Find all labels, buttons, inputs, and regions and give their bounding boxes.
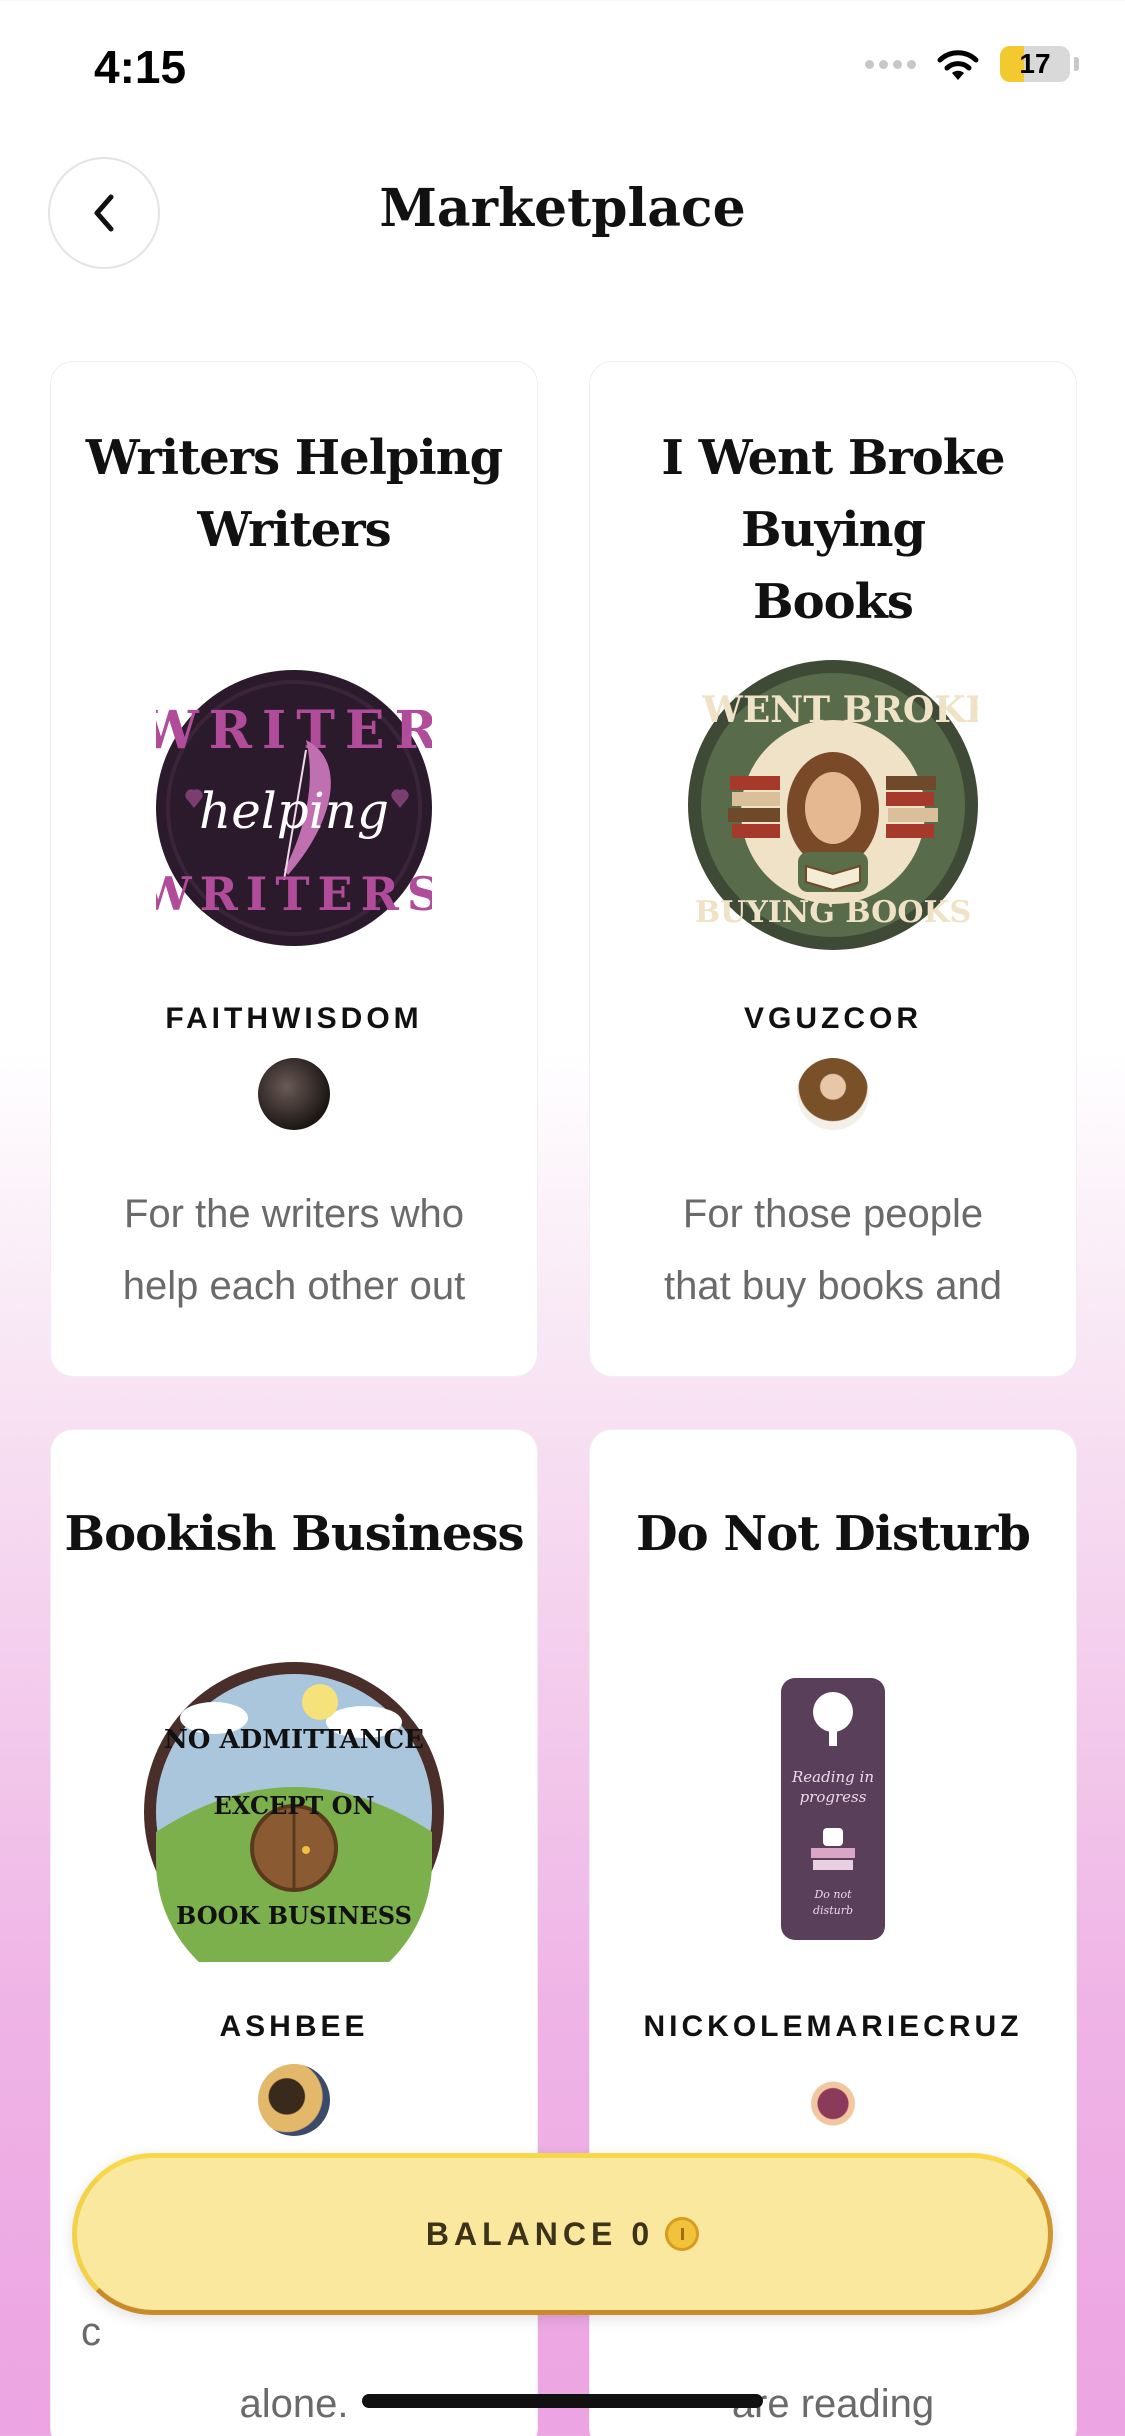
coin-icon [665,2217,700,2251]
card-description: are reading [620,2296,1046,2436]
balance-button[interactable]: BALANCE 0 [72,2153,1053,2315]
avatar[interactable] [258,2064,330,2136]
avatar[interactable] [797,2064,869,2136]
logo-text-middle: EXCEPT ON [214,1791,375,1820]
card-title: Writers Helping Writers [51,422,537,566]
card-title-line: Writers [197,502,391,558]
marketplace-card-writers-helping-writers[interactable]: Writers Helping Writers WRITER helping W… [51,362,537,1376]
hanger-text-4: disturb [813,1904,853,1917]
status-time: 4:15 [94,41,187,93]
logo-text-top: WRITER [156,700,432,761]
card-description: For the writers who help each other out [81,1178,507,1330]
card-title-line: Books [753,574,914,630]
hanger-text-3: Do not [813,1888,852,1901]
wifi-icon [937,50,979,80]
logo-text-top: I WENT BROKE [688,689,978,731]
card-title: I Went Broke Buying Books [590,422,1076,638]
bookish-business-logo: NO ADMITTANCE EXCEPT ON BOOK BUSINESS [144,1662,444,1962]
card-title: Do Not Disturb [636,1506,1031,1562]
card-description: c alone. [81,2296,507,2436]
card-description-line: For those people [682,1192,984,1236]
i-went-broke-buying-books-logo: I WENT BROKE BUYING BOOKS [688,660,978,950]
logo-text-middle: helping [199,782,389,840]
battery-level: 17 [1019,48,1051,79]
card-owner-name[interactable]: NICKOLEMARIECRUZ [590,2010,1076,2044]
card-owner-name[interactable]: ASHBEE [51,2010,537,2044]
page-title: Marketplace [379,178,746,239]
card-description-line: For the writers who [123,1192,465,1236]
signal-icon [865,59,916,69]
avatar[interactable] [258,1058,330,1130]
writers-helping-writers-logo: WRITER helping WRITERS [156,670,432,946]
logo-text-bottom: BOOK BUSINESS [176,1901,412,1930]
card-title: Bookish Business [64,1506,525,1562]
logo-text-bottom: BUYING BOOKS [695,895,971,930]
card-description-line: help each other out [122,1264,466,1308]
logo-text-top: NO ADMITTANCE [164,1725,424,1755]
status-indicators: 17 [865,46,1079,82]
card-owner-name[interactable]: FAITHWISDOM [51,1002,537,1036]
balance-value: 0 [631,2215,652,2252]
door-hanger-icon: Reading in progress Do not disturb [781,1678,885,1940]
battery-cap [1074,57,1079,71]
card-description: For those people that buy books and [620,1178,1046,1330]
hanger-text-2: progress [800,1788,867,1806]
marketplace-card-i-went-broke-buying-books[interactable]: I Went Broke Buying Books I WENT BROKE B… [590,362,1076,1376]
card-title-line: Writers Helping [85,430,503,486]
balance-label: BALANCE [425,2215,618,2252]
card-owner-name[interactable]: VGUZCOR [590,1002,1076,1036]
avatar[interactable] [797,1058,869,1130]
logo-text-bottom: WRITERS [156,867,432,921]
home-indicator[interactable] [362,2394,763,2408]
card-description-line: that buy books and [663,1264,1003,1308]
card-title-line: I Went Broke Buying [661,430,1005,558]
battery-icon: 17 [1000,46,1070,82]
hanger-text-1: Reading in [791,1768,874,1786]
